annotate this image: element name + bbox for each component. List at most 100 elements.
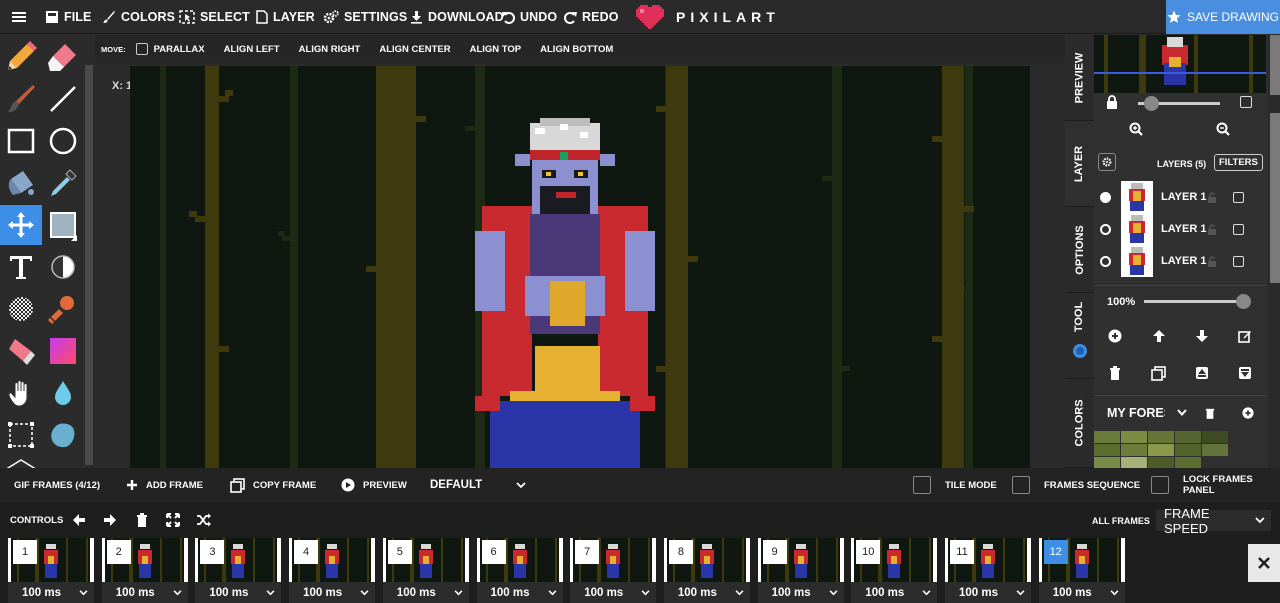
move-layer-up-icon[interactable] <box>1152 329 1166 343</box>
stamp-tool[interactable] <box>42 289 84 329</box>
timeline-frame[interactable]: 11 100 ms <box>945 538 1033 603</box>
layer-row[interactable]: LAYER 1 <box>1094 245 1266 277</box>
preview-checkbox[interactable] <box>1240 96 1252 108</box>
gradient-tool[interactable] <box>42 331 84 371</box>
palette-swatch[interactable] <box>1121 444 1147 456</box>
hamburger-menu-button[interactable] <box>12 0 26 34</box>
brush-tool[interactable] <box>0 79 42 119</box>
frame-thumbnail[interactable]: 9 <box>757 538 840 582</box>
tab-preview[interactable]: PREVIEW <box>1065 35 1094 121</box>
layer-checkbox[interactable] <box>1233 223 1244 235</box>
frame-speed-dropdown[interactable]: 100 ms <box>195 582 282 603</box>
frame-speed-dropdown[interactable]: 100 ms <box>757 582 844 603</box>
frame-thumbnail[interactable]: 4 <box>289 538 372 582</box>
palette-swatch[interactable] <box>1202 444 1228 456</box>
align-left-button[interactable]: ALIGN LEFT <box>224 44 280 55</box>
arrow-left-icon[interactable] <box>72 513 86 527</box>
tab-options[interactable]: OPTIONS <box>1065 207 1094 293</box>
save-drawing-button[interactable]: SAVE DRAWING <box>1166 0 1280 34</box>
tile-mode-checkbox[interactable] <box>913 476 931 494</box>
timeline-frame[interactable]: 2 100 ms <box>101 538 190 603</box>
merge-down-icon[interactable] <box>1238 366 1252 380</box>
drop-tool[interactable] <box>42 373 84 413</box>
tab-colors[interactable]: COLORS <box>1065 379 1094 468</box>
palette-name[interactable]: MY FORES <box>1107 406 1165 420</box>
zoom-out-icon[interactable] <box>1216 122 1230 136</box>
drawing-canvas[interactable] <box>130 66 1030 468</box>
align-right-button[interactable]: ALIGN RIGHT <box>299 44 361 55</box>
hand-tool[interactable] <box>0 373 42 413</box>
frame-speed-dropdown[interactable]: 100 ms <box>382 582 469 603</box>
canvas-area[interactable]: X: 1 <box>95 63 1065 468</box>
lighten-tool[interactable] <box>42 247 84 287</box>
timeline-frame[interactable]: 8 100 ms <box>663 538 752 603</box>
rectangle-tool[interactable] <box>0 121 42 161</box>
redo-button[interactable]: REDO <box>564 0 619 34</box>
lock-icon[interactable] <box>1106 95 1118 109</box>
move-tool[interactable] <box>0 205 42 245</box>
scrollbar-thumb[interactable] <box>1270 113 1280 283</box>
undo-button[interactable]: UNDO <box>502 0 557 34</box>
timeline-frame[interactable]: 9 100 ms <box>757 538 846 603</box>
dither-tool[interactable] <box>0 289 42 329</box>
filters-button[interactable]: FILTERS <box>1214 154 1263 171</box>
animation-mode-select[interactable]: DEFAULT <box>430 479 526 491</box>
layer-opacity-thumb[interactable] <box>1236 294 1251 309</box>
move-layer-down-icon[interactable] <box>1195 329 1209 343</box>
frame-thumbnail[interactable]: 5 <box>382 538 465 582</box>
frame-speed-dropdown[interactable]: 100 ms <box>1038 582 1125 603</box>
frame-thumbnail[interactable]: 3 <box>195 538 278 582</box>
frame-speed-dropdown[interactable]: 100 ms <box>570 582 657 603</box>
frame-thumbnail[interactable]: 10 <box>851 538 934 582</box>
duplicate-layer-icon[interactable] <box>1151 366 1166 381</box>
lock-open-icon[interactable] <box>1207 191 1217 203</box>
timeline-frame[interactable]: 5 100 ms <box>382 538 471 603</box>
layer-opacity-slider[interactable] <box>1144 300 1244 303</box>
add-palette-icon[interactable] <box>1242 407 1254 419</box>
align-center-button[interactable]: ALIGN CENTER <box>379 44 450 55</box>
frame-thumbnail[interactable]: 8 <box>663 538 746 582</box>
blob-tool[interactable] <box>42 415 84 455</box>
scrollbar-thumb[interactable] <box>1270 35 1280 95</box>
frame-speed-dropdown[interactable]: 100 ms <box>476 582 563 603</box>
frame-thumbnail[interactable]: 2 <box>101 538 184 582</box>
palette-swatch[interactable] <box>1175 444 1201 456</box>
layer-row[interactable]: LAYER 1 ( <box>1094 213 1266 245</box>
line-tool[interactable] <box>42 79 84 119</box>
timeline-frame[interactable]: 1 100 ms <box>8 538 96 603</box>
lock-frames-checkbox[interactable] <box>1151 476 1169 494</box>
delete-palette-icon[interactable] <box>1205 407 1215 419</box>
delete-layer-icon[interactable] <box>1109 366 1121 380</box>
frame-thumbnail[interactable]: 11 <box>945 538 1027 582</box>
preview-animation-button[interactable]: PREVIEW <box>341 478 407 492</box>
palette-swatch[interactable] <box>1202 431 1228 443</box>
frame-thumbnail[interactable]: 1 <box>8 538 90 582</box>
layer-visible-radio[interactable] <box>1100 191 1111 203</box>
color-eraser-tool[interactable] <box>0 331 42 371</box>
frame-thumbnail[interactable]: 12 <box>1038 538 1121 582</box>
preview-thumbnail[interactable] <box>1094 35 1266 93</box>
frame-speed-dropdown[interactable]: 100 ms <box>851 582 938 603</box>
edit-layer-icon[interactable] <box>1238 329 1252 343</box>
preview-zoom-thumb[interactable] <box>1144 96 1159 111</box>
close-timeline-button[interactable] <box>1248 544 1280 582</box>
tab-layer[interactable]: LAYER <box>1065 121 1094 207</box>
frames-sequence-checkbox[interactable] <box>1012 476 1030 494</box>
layer-row[interactable]: LAYER 1 ( <box>1094 181 1266 213</box>
frame-thumbnail[interactable]: 7 <box>570 538 653 582</box>
palette-swatch[interactable] <box>1094 431 1120 443</box>
arrow-right-icon[interactable] <box>103 513 117 527</box>
timeline-frame[interactable]: 4 100 ms <box>289 538 377 603</box>
timeline-frame[interactable]: 10 100 ms <box>851 538 939 603</box>
timeline-frame[interactable]: 6 100 ms <box>476 538 565 603</box>
layer-visible-radio[interactable] <box>1100 255 1111 267</box>
tab-tool[interactable]: TOOL <box>1065 293 1094 379</box>
text-tool[interactable] <box>0 247 42 287</box>
copy-frame-button[interactable]: COPY FRAME <box>230 477 316 493</box>
zoom-in-icon[interactable] <box>1129 122 1143 136</box>
delete-frame-icon[interactable] <box>136 513 148 527</box>
palette-swatch[interactable] <box>1148 431 1174 443</box>
align-bottom-button[interactable]: ALIGN BOTTOM <box>540 44 613 55</box>
timeline-frame[interactable]: 7 100 ms <box>570 538 658 603</box>
palette-swatch[interactable] <box>1121 431 1147 443</box>
